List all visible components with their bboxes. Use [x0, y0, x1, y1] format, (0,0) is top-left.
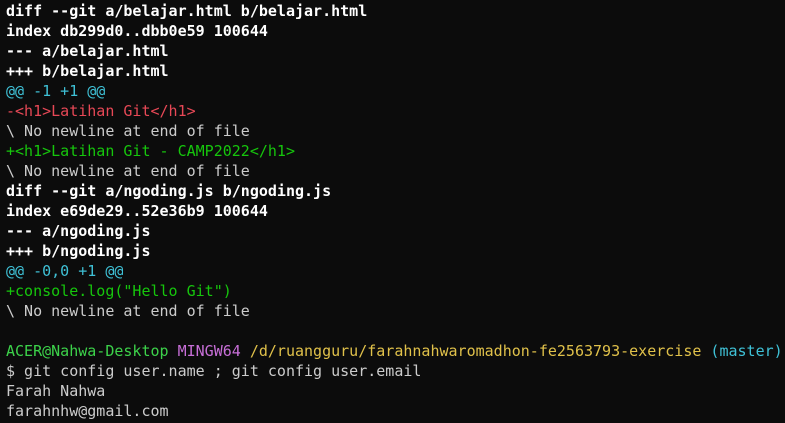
diff-added-line: +console.log("Hello Git") [6, 282, 232, 300]
diff-header-line: diff --git a/ngoding.js b/ngoding.js [6, 182, 332, 200]
command-output-line: Farah Nahwa [6, 382, 106, 400]
diff-no-newline-note: \ No newline at end of file [6, 162, 250, 180]
diff-index-line: index e69de29..52e36b9 100644 [6, 202, 268, 220]
diff-hunk-header: @@ -1 +1 @@ [6, 82, 106, 100]
diff-removed-line: -<h1>Latihan Git</h1> [6, 102, 196, 120]
prompt-path: /d/ruangguru/farahnahwaromadhon-fe256379… [249, 342, 702, 360]
command-line[interactable]: $ git config user.name ; git config user… [6, 361, 785, 381]
prompt-branch: (master) [710, 342, 783, 360]
prompt-user-host: ACER@Nahwa-Desktop [6, 342, 169, 360]
diff-no-newline-note: \ No newline at end of file [6, 302, 250, 320]
diff-new-file-line: +++ b/belajar.html [6, 62, 169, 80]
diff-added-line: +<h1>Latihan Git - CAMP2022</h1> [6, 142, 295, 160]
diff-header-line: diff --git a/belajar.html b/belajar.html [6, 2, 368, 20]
terminal-window[interactable]: diff --git a/belajar.html b/belajar.html… [0, 0, 785, 423]
command-output-line: farahnhw@gmail.com [6, 402, 169, 420]
diff-no-newline-note: \ No newline at end of file [6, 122, 250, 140]
diff-index-line: index db299d0..dbb0e59 100644 [6, 22, 268, 40]
prompt-shell: MINGW64 [177, 342, 241, 360]
diff-old-file-line: --- a/belajar.html [6, 42, 169, 60]
diff-old-file-line: --- a/ngoding.js [6, 222, 151, 240]
diff-hunk-header: @@ -0,0 +1 @@ [6, 262, 124, 280]
shell-prompt: ACER@Nahwa-Desktop MINGW64 /d/ruangguru/… [6, 341, 785, 361]
diff-new-file-line: +++ b/ngoding.js [6, 242, 151, 260]
